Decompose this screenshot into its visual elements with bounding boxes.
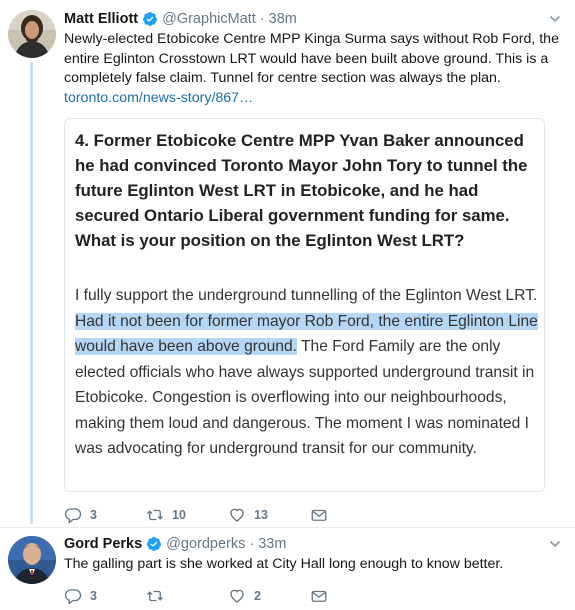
tweet-header: Gord Perks @gordperks · 33m bbox=[64, 534, 286, 554]
envelope-icon bbox=[311, 509, 327, 521]
article-answer: I fully support the underground tunnelli… bbox=[75, 283, 540, 462]
tweet-text: The galling part is she worked at City H… bbox=[64, 556, 504, 572]
message-button[interactable] bbox=[310, 506, 328, 524]
retweet-icon bbox=[147, 590, 163, 602]
thread-line bbox=[30, 62, 33, 524]
reply-icon bbox=[64, 508, 82, 524]
retweet-button[interactable] bbox=[146, 587, 228, 605]
envelope-icon bbox=[311, 590, 327, 602]
message-button[interactable] bbox=[310, 587, 328, 605]
tweet-actions: 3 10 13 bbox=[64, 505, 328, 525]
reply-count: 3 bbox=[90, 508, 97, 522]
tweet-text: Newly-elected Etobicoke Centre MPP Kinga… bbox=[64, 30, 564, 108]
tweet-header: Matt Elliott @GraphicMatt · 38m bbox=[64, 9, 297, 29]
reply-count: 3 bbox=[90, 589, 97, 603]
author-handle[interactable]: @GraphicMatt bbox=[162, 9, 256, 29]
timestamp[interactable]: 33m bbox=[258, 534, 286, 554]
like-count: 2 bbox=[254, 589, 261, 603]
tweet-matt-elliott[interactable]: Matt Elliott @GraphicMatt · 38m Newly-el… bbox=[0, 0, 575, 527]
chevron-down-icon[interactable] bbox=[549, 538, 561, 550]
heart-icon bbox=[230, 589, 244, 603]
article-question: 4. Former Etobicoke Centre MPP Yvan Bake… bbox=[75, 131, 528, 250]
answer-text-start: I fully support the underground tunnelli… bbox=[75, 287, 538, 304]
answer-text-end: The Ford Family are the only elected off… bbox=[75, 338, 535, 457]
verified-badge-icon bbox=[147, 537, 162, 551]
like-count: 13 bbox=[254, 508, 268, 522]
tweet-link[interactable]: toronto.com/news-story/867… bbox=[64, 90, 253, 106]
reply-button[interactable]: 3 bbox=[64, 506, 146, 524]
author-handle[interactable]: @gordperks bbox=[166, 534, 245, 554]
retweet-icon bbox=[147, 509, 163, 521]
tweet-body: Newly-elected Etobicoke Centre MPP Kinga… bbox=[64, 31, 559, 86]
separator-dot: · bbox=[259, 11, 265, 27]
quoted-article-card[interactable]: 4. Former Etobicoke Centre MPP Yvan Bake… bbox=[64, 118, 545, 492]
author-name[interactable]: Matt Elliott bbox=[64, 9, 138, 29]
timestamp[interactable]: 38m bbox=[269, 9, 297, 29]
reply-button[interactable]: 3 bbox=[64, 587, 146, 605]
avatar[interactable] bbox=[8, 10, 56, 58]
chevron-down-icon[interactable] bbox=[549, 13, 561, 25]
author-name[interactable]: Gord Perks bbox=[64, 534, 142, 554]
heart-icon bbox=[230, 508, 244, 522]
reply-icon bbox=[64, 589, 82, 605]
like-button[interactable]: 2 bbox=[228, 587, 310, 605]
avatar[interactable] bbox=[8, 536, 56, 584]
retweet-count: 10 bbox=[172, 508, 186, 522]
tweet-actions: 3 2 bbox=[64, 586, 328, 606]
separator-dot: · bbox=[249, 536, 255, 552]
retweet-button[interactable]: 10 bbox=[146, 506, 228, 524]
like-button[interactable]: 13 bbox=[228, 506, 310, 524]
verified-badge-icon bbox=[143, 12, 158, 26]
tweet-gord-perks[interactable]: Gord Perks @gordperks · 33m The galling … bbox=[0, 528, 575, 610]
